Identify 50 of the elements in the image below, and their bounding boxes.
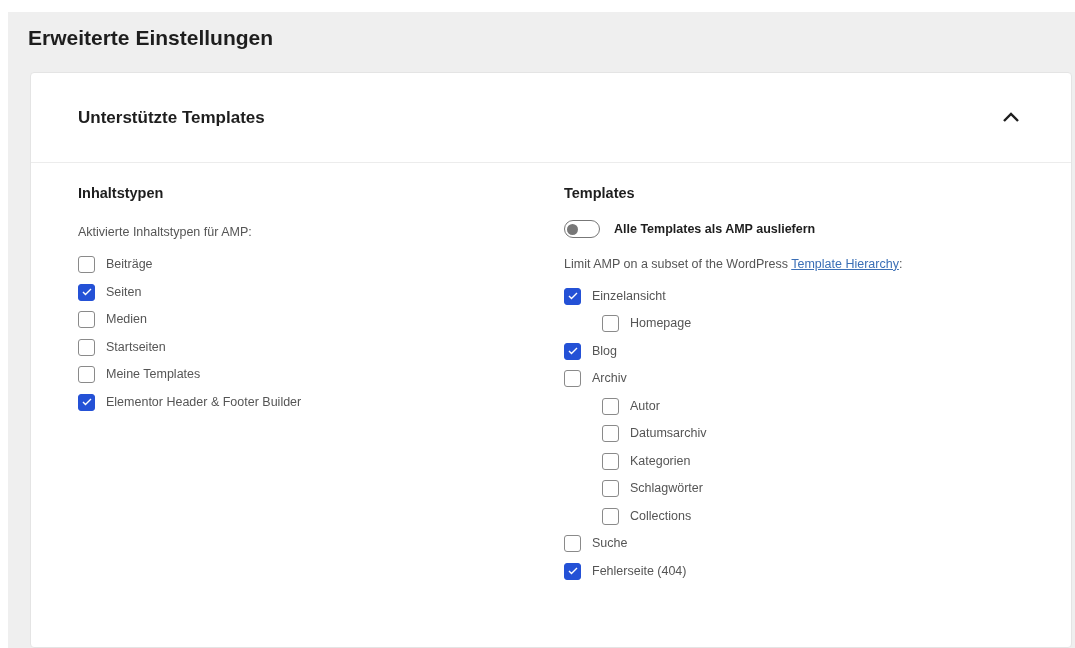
checkbox[interactable] <box>602 452 619 470</box>
checkbox[interactable] <box>564 342 581 360</box>
check-icon <box>567 567 578 576</box>
checkbox-label: Collections <box>630 507 692 525</box>
page-title: Erweiterte Einstellungen <box>28 25 275 52</box>
checkbox[interactable] <box>78 311 95 328</box>
checkbox[interactable] <box>602 315 619 333</box>
checkbox[interactable] <box>564 562 581 580</box>
checkbox[interactable] <box>564 287 581 305</box>
checkbox[interactable] <box>602 507 619 525</box>
template-hierarchy-link[interactable]: Template Hierarchy <box>791 256 899 271</box>
checkbox-label: Schlagwörter <box>630 480 703 498</box>
check-icon <box>81 398 92 406</box>
checkbox-label: Kategorien <box>630 452 691 470</box>
checkbox-label: Homepage <box>630 315 692 333</box>
checkbox-label: Startseiten <box>106 338 166 356</box>
checkbox[interactable] <box>602 425 619 443</box>
section-title: Unterstützte Templates <box>78 106 265 129</box>
checkbox-label: Meine Templates <box>106 366 201 384</box>
checkbox-label: Seiten <box>106 283 142 301</box>
toggle-label: Alle Templates als AMP ausliefern <box>614 221 816 238</box>
checkbox-label: Elementor Header & Footer Builder <box>106 393 302 411</box>
column-heading: Templates <box>564 184 636 203</box>
toggle-switch[interactable] <box>564 220 600 239</box>
section-header[interactable]: Unterstützte Templates <box>31 73 1071 163</box>
checkbox-label: Beiträge <box>106 256 153 274</box>
checkbox-label: Medien <box>106 311 147 329</box>
column-heading: Inhaltstypen <box>78 184 165 203</box>
checkbox[interactable] <box>78 393 95 411</box>
chevron-icon[interactable] <box>1002 112 1020 123</box>
description-text: Limit AMP on a subset of the WordPress Template Hierarchy: <box>564 255 903 273</box>
checkbox[interactable] <box>78 338 95 356</box>
checkbox-label: Blog <box>592 342 618 360</box>
checkbox[interactable] <box>78 366 95 383</box>
checkbox-label: Suche <box>592 535 628 553</box>
checkbox-label: Fehlerseite (404) <box>592 562 687 580</box>
checkbox[interactable] <box>78 283 95 301</box>
description-text: Aktivierte Inhaltstypen für AMP: <box>78 224 253 241</box>
checkbox[interactable] <box>78 256 95 273</box>
check-icon <box>81 288 92 296</box>
checkbox[interactable] <box>564 370 581 388</box>
check-icon <box>567 292 578 301</box>
checkbox-label: Autor <box>630 397 660 415</box>
checkbox[interactable] <box>602 480 619 498</box>
checkbox[interactable] <box>602 397 619 415</box>
checkbox-label: Archiv <box>592 370 627 388</box>
checkbox-label: Einzelansicht <box>592 287 666 305</box>
checkbox[interactable] <box>564 535 581 553</box>
checkbox-label: Datumsarchiv <box>630 425 707 443</box>
check-icon <box>567 347 578 356</box>
